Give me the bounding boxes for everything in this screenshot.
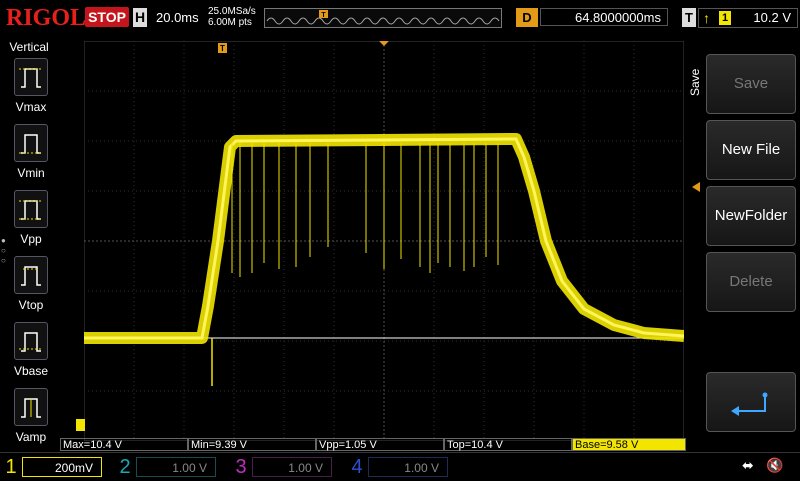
vbase-measure-icon: [14, 322, 48, 360]
menu-scroll-indicator: ● ○ ○: [1, 236, 6, 265]
vtop-measure-icon: [14, 256, 48, 294]
vmin-measure-icon: [14, 124, 48, 162]
trigger-level: 10.2 V: [753, 10, 791, 25]
channel-number: 1: [5, 456, 17, 478]
horizontal-badge: H: [133, 8, 147, 27]
measurement-base: Base=9.58 V: [572, 438, 686, 451]
vamp-measure-icon: [14, 388, 48, 426]
trigger-position-icon: T: [319, 10, 328, 19]
vertical-menu-title: Vertical: [9, 40, 49, 54]
memory-waveform-preview: T: [266, 10, 500, 25]
softkey-menu-title-label: Save: [688, 68, 702, 96]
trigger-settings[interactable]: ↑ 1 10.2 V: [698, 8, 798, 28]
measure-label: Vamp: [15, 430, 47, 444]
vpp-measure-icon: [14, 190, 48, 228]
acquisition-info: 25.0MSa/s 6.00M pts: [208, 6, 256, 28]
channel-number: 2: [119, 456, 131, 478]
measure-label: Vmin: [17, 166, 45, 180]
measure-label: Vpp: [20, 232, 42, 246]
usb-icon: ⬌: [742, 457, 754, 473]
measure-item-vpp[interactable]: Vpp: [11, 190, 51, 250]
return-arrow-icon: [731, 392, 768, 416]
trigger-time-marker-icon: T: [218, 43, 227, 53]
trigger-badge: T: [682, 8, 696, 27]
measurement-vpp: Vpp=1.05 V: [316, 438, 444, 451]
speaker-mute-icon[interactable]: 🔇: [766, 457, 783, 474]
channel-bar: 1 200mV 2 1.00 V 3 1.00 V 4 1.00 V ⬌ 🔇: [0, 452, 800, 481]
measure-item-vmax[interactable]: Vmax: [11, 58, 51, 118]
top-status-bar: RIGOL STOP H 20.0ms 25.0MSa/s 6.00M pts …: [0, 0, 800, 36]
timebase-value[interactable]: 20.0ms: [156, 10, 199, 25]
run-stop-indicator[interactable]: STOP: [85, 7, 129, 27]
ch1-offset-marker[interactable]: [76, 419, 84, 431]
measurement-strip: Max=10.4 V Min=9.39 V Vpp=1.05 V Top=10.…: [60, 438, 686, 452]
svg-text:T: T: [220, 44, 225, 53]
brand-logo: RIGOL: [6, 5, 87, 31]
delay-value[interactable]: 64.8000000ms: [540, 8, 668, 26]
new-folder-button[interactable]: NewFolder: [706, 186, 796, 246]
measurement-max: Max=10.4 V: [60, 438, 188, 451]
delay-badge: D: [516, 8, 538, 27]
sample-rate: 25.0MSa/s: [208, 6, 256, 17]
measure-item-vamp[interactable]: Vamp: [11, 388, 51, 448]
measure-label: Vtop: [18, 298, 44, 312]
channel-scale: 200mV: [22, 457, 102, 477]
softkey-menu-title: Save: [686, 60, 702, 100]
delete-button[interactable]: Delete: [706, 252, 796, 312]
measure-label: Vbase: [13, 364, 49, 378]
new-file-button[interactable]: New File: [706, 120, 796, 180]
svg-text:T: T: [321, 12, 326, 19]
trigger-level-arrow-icon: [692, 182, 700, 192]
channel-number: 4: [351, 456, 363, 478]
save-button[interactable]: Save: [706, 54, 796, 114]
measure-item-vbase[interactable]: Vbase: [11, 322, 51, 382]
measure-item-vmin[interactable]: Vmin: [11, 124, 51, 184]
rising-edge-icon: ↑: [703, 10, 710, 26]
channel-scale: 1.00 V: [136, 457, 216, 477]
measurement-min: Min=9.39 V: [188, 438, 316, 451]
memory-position-bar: T: [264, 8, 502, 28]
return-button[interactable]: [706, 372, 796, 432]
vmax-measure-icon: [14, 58, 48, 96]
channel-scale: 1.00 V: [368, 457, 448, 477]
measure-label: Vmax: [15, 100, 47, 114]
waveform-display[interactable]: T: [84, 41, 684, 441]
memory-depth: 6.00M pts: [208, 17, 252, 28]
channel-scale: 1.00 V: [252, 457, 332, 477]
measurement-top: Top=10.4 V: [444, 438, 572, 451]
channel-number: 3: [235, 456, 247, 478]
measure-item-vtop[interactable]: Vtop: [11, 256, 51, 316]
trigger-source-channel: 1: [719, 11, 731, 25]
ch1-ground-marker-icon: [84, 419, 85, 431]
